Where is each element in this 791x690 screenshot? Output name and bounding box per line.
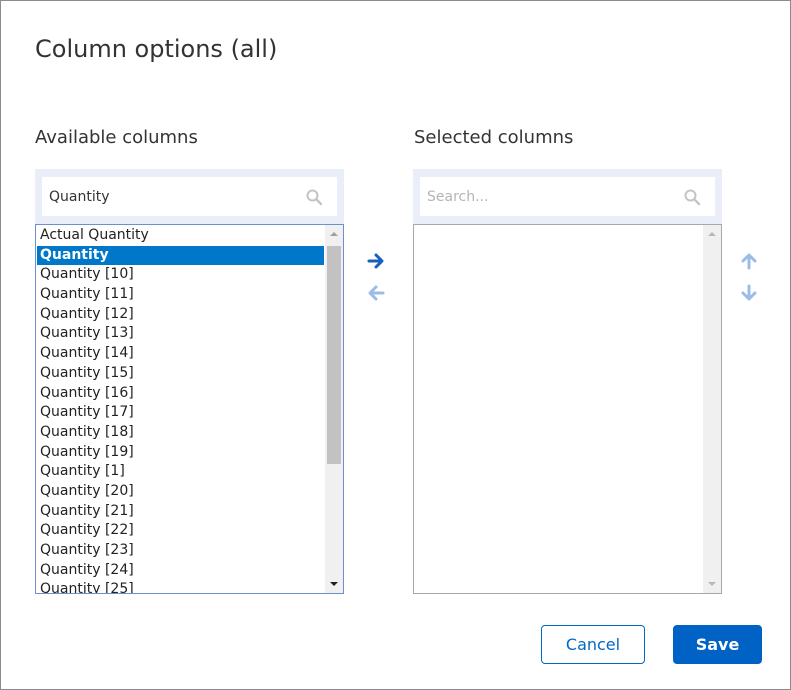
save-button[interactable]: Save	[673, 625, 762, 664]
list-item[interactable]: Quantity [25]	[37, 580, 324, 593]
list-item[interactable]: Quantity [11]	[37, 285, 324, 305]
available-search-input[interactable]	[42, 177, 337, 216]
scroll-thumb[interactable]	[327, 246, 341, 464]
available-search-box	[42, 177, 337, 216]
scroll-down-icon[interactable]	[703, 575, 721, 593]
list-item[interactable]: Quantity	[37, 245, 324, 266]
cancel-button[interactable]: Cancel	[541, 625, 645, 664]
available-scrollbar[interactable]	[325, 225, 343, 593]
available-items-container: Actual Quantity Quantity Quantity [10] Quan…	[37, 226, 324, 593]
list-item[interactable]: Quantity [20]	[37, 482, 324, 502]
list-item[interactable]: Quantity [22]	[37, 521, 324, 541]
column-options-dialog: Column options (all) Available columns A…	[0, 0, 791, 690]
available-columns-label: Available columns	[35, 127, 198, 148]
list-item[interactable]: Quantity [13]	[37, 324, 324, 344]
list-item[interactable]: Quantity [1]	[37, 462, 324, 482]
selected-search-panel	[413, 169, 722, 225]
selected-columns-list[interactable]	[413, 224, 722, 594]
list-item[interactable]: Quantity [19]	[37, 443, 324, 463]
arrow-down-icon[interactable]	[738, 282, 760, 304]
arrow-up-icon[interactable]	[738, 250, 760, 272]
scroll-down-icon[interactable]	[325, 575, 343, 593]
list-item[interactable]: Quantity [12]	[37, 305, 324, 325]
dialog-title: Column options (all)	[35, 35, 278, 63]
list-item[interactable]: Quantity [14]	[37, 344, 324, 364]
scroll-up-icon[interactable]	[325, 225, 343, 243]
list-item[interactable]: Quantity [24]	[37, 561, 324, 581]
search-icon[interactable]	[305, 188, 323, 206]
list-item[interactable]: Quantity [23]	[37, 541, 324, 561]
arrow-right-icon[interactable]	[365, 250, 387, 272]
selected-search-box	[420, 177, 715, 216]
list-item[interactable]: Quantity [18]	[37, 423, 324, 443]
arrow-left-icon[interactable]	[365, 282, 387, 304]
list-item[interactable]: Quantity [16]	[37, 384, 324, 404]
selected-scrollbar[interactable]	[703, 225, 721, 593]
list-item[interactable]: Quantity [15]	[37, 364, 324, 384]
list-item[interactable]: Actual Quantity	[37, 226, 324, 246]
list-item[interactable]: Quantity [10]	[37, 265, 324, 285]
list-item[interactable]: Quantity [17]	[37, 403, 324, 423]
search-icon[interactable]	[683, 188, 701, 206]
selected-columns-label: Selected columns	[414, 127, 574, 148]
selected-search-input[interactable]	[420, 177, 715, 216]
available-search-panel	[35, 169, 344, 225]
available-columns-list[interactable]: Actual Quantity Quantity Quantity [10] Quan…	[35, 224, 344, 594]
scroll-up-icon[interactable]	[703, 225, 721, 243]
list-item[interactable]: Quantity [21]	[37, 502, 324, 522]
